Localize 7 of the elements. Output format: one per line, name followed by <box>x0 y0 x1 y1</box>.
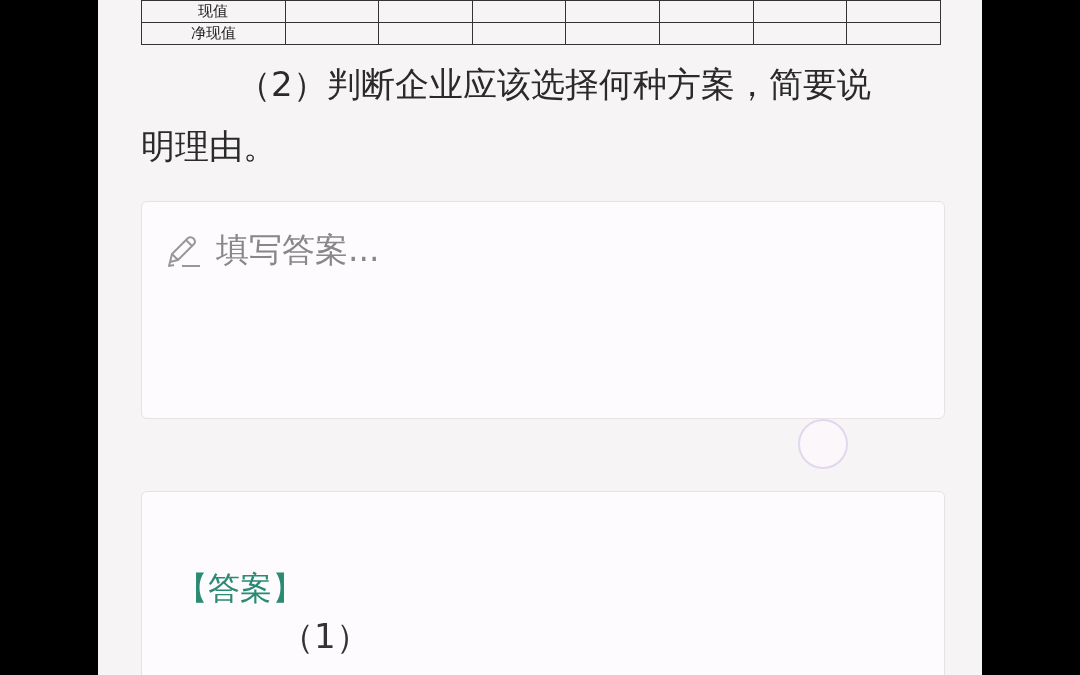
answer-input[interactable]: 填写答案... <box>216 230 944 269</box>
answer-text: （1） <box>280 616 370 656</box>
table-cell: 净现值 <box>141 22 285 45</box>
question-text: （2）判断企业应该选择何种方案，简要说明理由。 <box>141 63 872 168</box>
floating-button[interactable] <box>798 419 848 469</box>
table-cell: 现值 <box>141 0 285 23</box>
answer-heading: 【答案】 <box>176 568 304 609</box>
